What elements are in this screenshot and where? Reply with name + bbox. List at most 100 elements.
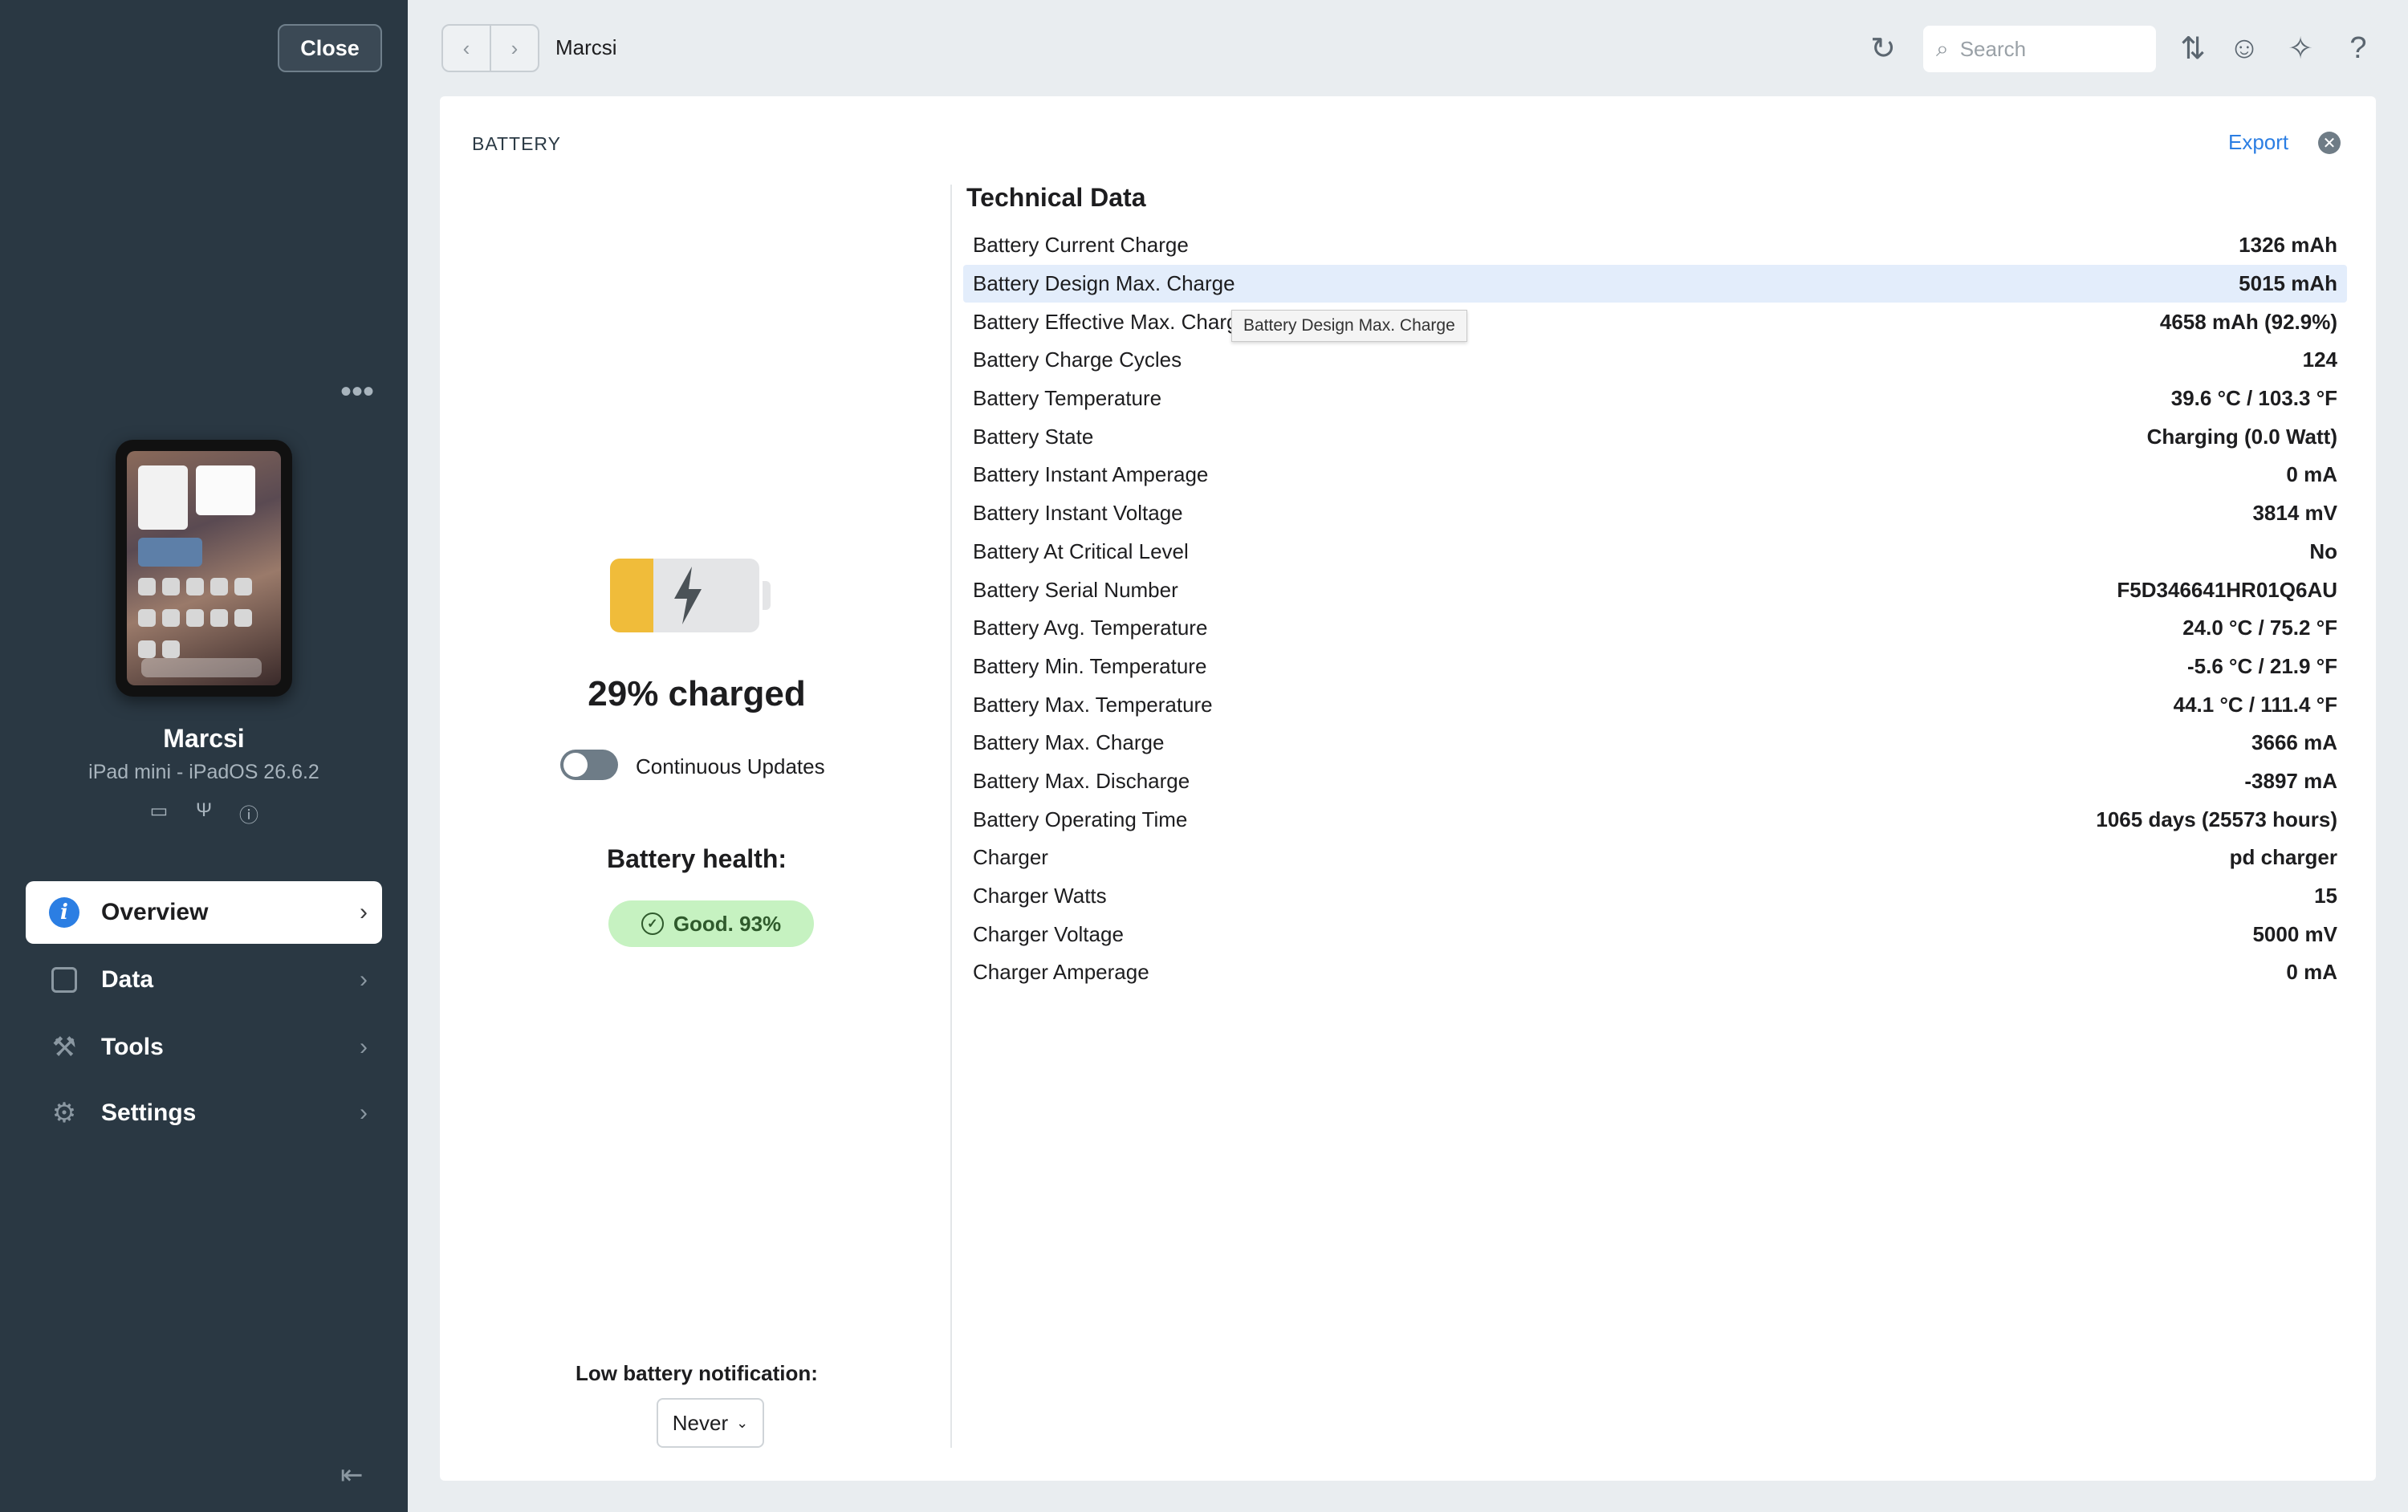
chevron-right-icon: › [360, 899, 368, 925]
nav-item-settings[interactable]: ⚙ Settings › [26, 1082, 382, 1144]
row-value: 1065 days (25573 hours) [2096, 807, 2337, 831]
battery-fill [610, 559, 653, 632]
table-row[interactable]: Battery Charge Cycles 124 [963, 341, 2347, 380]
row-value: 4658 mAh (92.9%) [2159, 309, 2337, 334]
low-battery-notification-label: Low battery notification: [576, 1361, 818, 1385]
back-button[interactable]: ‹ [443, 26, 491, 71]
table-row[interactable]: Battery State Charging (0.0 Watt) [963, 417, 2347, 456]
row-value: 3814 mV [2252, 501, 2337, 526]
row-label: Battery Design Max. Charge [973, 271, 1235, 296]
table-row[interactable]: Battery Operating Time 1065 days (25573 h… [963, 800, 2347, 839]
row-label: Charger [973, 845, 1048, 870]
row-value: 0 mA [2286, 462, 2337, 487]
row-value: 1326 mAh [2239, 233, 2337, 258]
row-label: Battery Temperature [973, 386, 1162, 411]
battery-icon[interactable]: ▭ [145, 799, 173, 827]
forward-button[interactable]: › [491, 26, 538, 71]
table-row[interactable]: Charger Voltage 5000 mV [963, 915, 2347, 953]
row-value: 5015 mAh [2239, 271, 2337, 296]
technical-data-title: Technical Data [966, 183, 1146, 212]
table-row[interactable]: Charger Watts 15 [963, 877, 2347, 916]
info-icon[interactable]: ⓘ [235, 799, 262, 827]
chevron-right-icon: › [360, 966, 368, 993]
table-row[interactable]: Battery Instant Amperage 0 mA [963, 456, 2347, 494]
column-divider [950, 185, 952, 1448]
collapse-sidebar-icon[interactable]: ⇤ [340, 1459, 364, 1491]
help-icon[interactable]: ? [2339, 29, 2377, 67]
table-row[interactable]: Battery Serial Number F5D346641HR01Q6AU [963, 571, 2347, 609]
chevron-right-icon: › [360, 1034, 368, 1060]
row-value: 0 mA [2286, 960, 2337, 985]
device-name: Marcsi [163, 724, 245, 753]
close-button[interactable]: Close [278, 24, 382, 72]
refresh-icon[interactable]: ↻ [1864, 29, 1902, 67]
search-box[interactable]: ⌕ [1923, 26, 2156, 72]
battery-health-badge: ✓ Good. 93% [608, 900, 814, 947]
check-circle-icon: ✓ [641, 912, 664, 935]
battery-health-label: Battery health: [606, 844, 787, 873]
row-label: Battery Instant Voltage [973, 501, 1183, 526]
row-label: Battery Charge Cycles [973, 348, 1182, 372]
row-value: -5.6 °C / 21.9 °F [2187, 653, 2337, 678]
sidebar: Close ••• Marcsi iPad mini - iPadOS 26.6… [0, 0, 408, 1512]
row-value: 15 [2314, 884, 2337, 908]
table-row[interactable]: Battery Current Charge 1326 mAh [963, 226, 2347, 265]
table-row[interactable]: Charger pd charger [963, 839, 2347, 877]
row-value: 44.1 °C / 111.4 °F [2173, 692, 2337, 717]
row-label: Charger Amperage [973, 960, 1149, 985]
device-thumbnail [116, 440, 292, 697]
low-battery-notification-select[interactable]: Never ⌄ [657, 1398, 764, 1448]
nav-item-label: Data [101, 966, 154, 993]
row-label: Battery Min. Temperature [973, 653, 1207, 678]
account-icon[interactable]: ☺ [2225, 29, 2264, 67]
info-icon: i [48, 896, 80, 929]
table-row[interactable]: Battery Avg. Temperature 24.0 °C / 75.2 °… [963, 609, 2347, 648]
nav-item-overview[interactable]: i Overview › [26, 881, 382, 944]
breadcrumb: Marcsi [555, 35, 617, 59]
panel-title: BATTERY [472, 133, 561, 154]
row-value: -3897 mA [2244, 768, 2337, 793]
table-row[interactable]: Battery Effective Max. Charge 4658 mAh (9… [963, 303, 2347, 341]
row-value: Charging (0.0 Watt) [2146, 424, 2337, 449]
battery-panel: BATTERY Export ✕ 29% charged Continuous … [440, 96, 2376, 1481]
table-row[interactable]: Battery Max. Charge 3666 mA [963, 724, 2347, 762]
table-row[interactable]: Battery Max. Discharge -3897 mA [963, 762, 2347, 801]
device-status-icons: ▭ Ψ ⓘ [0, 799, 408, 827]
row-value: 5000 mV [2252, 921, 2337, 946]
search-input[interactable] [1958, 35, 2138, 63]
row-label: Battery At Critical Level [973, 539, 1189, 563]
table-row[interactable]: Battery Instant Voltage 3814 mV [963, 494, 2347, 533]
row-value: 124 [2302, 348, 2337, 372]
search-icon: ⌕ [1936, 35, 1949, 61]
table-row[interactable]: Battery At Critical Level No [963, 533, 2347, 571]
data-square-icon [48, 964, 80, 996]
table-row[interactable]: Battery Design Max. Charge 5015 mAh [963, 264, 2347, 303]
chevron-down-icon: ⌄ [736, 1414, 749, 1431]
row-label: Battery Max. Discharge [973, 768, 1190, 793]
history-nav: ‹ › [441, 24, 539, 72]
row-label: Battery Max. Charge [973, 730, 1165, 755]
tools-icon: ⚒ [51, 1032, 77, 1063]
nav-item-data[interactable]: Data › [26, 949, 382, 1011]
tooltip: Battery Design Max. Charge [1231, 310, 1467, 342]
charging-bolt-icon [674, 567, 702, 624]
table-row[interactable]: Battery Temperature 39.6 °C / 103.3 °F [963, 380, 2347, 418]
device-model: iPad mini - iPadOS 26.6.2 [88, 761, 319, 783]
continuous-updates-toggle[interactable] [560, 750, 618, 780]
table-row[interactable]: Battery Min. Temperature -5.6 °C / 21.9 °… [963, 648, 2347, 686]
close-panel-icon[interactable]: ✕ [2318, 132, 2341, 154]
usb-icon[interactable]: Ψ [190, 799, 218, 827]
nav-item-tools[interactable]: ⚒ Tools › [26, 1016, 382, 1079]
sparkle-icon[interactable]: ✧ [2281, 29, 2320, 67]
table-row[interactable]: Battery Max. Temperature 44.1 °C / 111.4 … [963, 685, 2347, 724]
export-link[interactable]: Export [2228, 130, 2288, 155]
chevron-right-icon: › [360, 1099, 368, 1126]
row-value: No [2309, 539, 2337, 563]
table-row[interactable]: Charger Amperage 0 mA [963, 953, 2347, 992]
nav-item-label: Overview [101, 899, 209, 925]
more-options-icon[interactable]: ••• [340, 376, 374, 408]
battery-level-icon [610, 559, 771, 632]
row-label: Battery Current Charge [973, 233, 1189, 258]
transfer-icon[interactable]: ⇅ [2174, 29, 2212, 67]
row-label: Battery Instant Amperage [973, 462, 1209, 487]
